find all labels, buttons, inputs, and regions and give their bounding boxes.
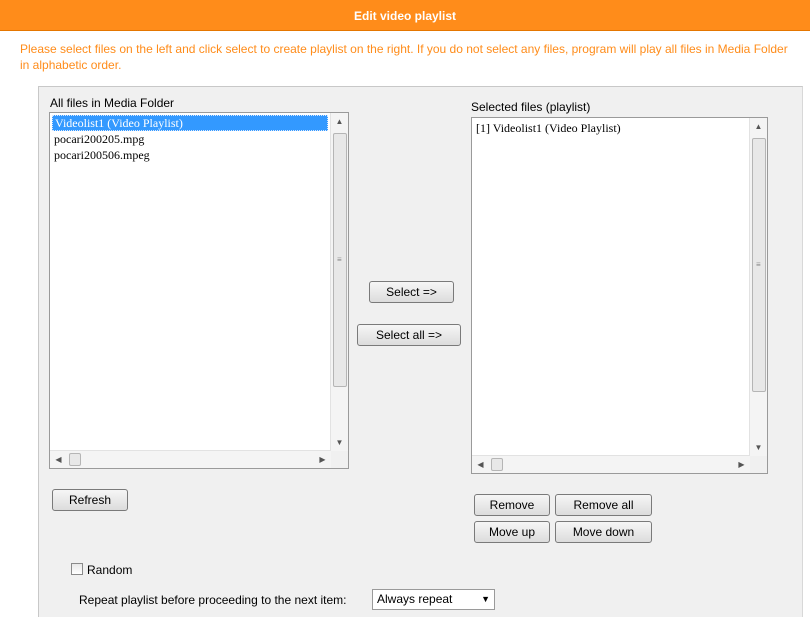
scroll-down-arrow-icon[interactable]: ▼ [331,434,348,451]
scrollbar-thumb[interactable] [491,458,503,471]
vertical-scrollbar[interactable]: ▲ ≡ ▼ [749,118,767,456]
grip-icon: ≡ [756,260,761,269]
playlist-listbox[interactable]: [1] Videolist1 (Video Playlist) ▲ ≡ ▼ ◀ … [471,117,768,474]
repeat-label: Repeat playlist before proceeding to the… [79,593,347,607]
vertical-scrollbar[interactable]: ▲ ≡ ▼ [330,113,348,451]
select-button[interactable]: Select => [369,281,454,303]
list-item[interactable]: pocari200506.mpeg [52,147,328,163]
window-title: Edit video playlist [353,9,457,23]
remove-all-button[interactable]: Remove all [555,494,652,516]
left-list-label: All files in Media Folder [50,96,175,110]
media-files-items: Videolist1 (Video Playlist) pocari200205… [52,115,328,163]
scroll-right-arrow-icon[interactable]: ▶ [733,456,750,473]
list-item[interactable]: Videolist1 (Video Playlist) [52,115,328,131]
right-list-label: Selected files (playlist) [471,100,591,114]
scroll-right-arrow-icon[interactable]: ▶ [314,451,331,468]
scroll-down-arrow-icon[interactable]: ▼ [750,439,767,456]
scrollbar-corner [331,451,348,468]
horizontal-scrollbar[interactable]: ◀ ▶ [50,450,331,468]
scrollbar-thumb[interactable]: ≡ [752,138,766,392]
random-checkbox[interactable] [71,563,83,575]
instructions-text: Please select files on the left and clic… [20,42,788,72]
media-files-listbox[interactable]: Videolist1 (Video Playlist) pocari200205… [49,112,349,469]
scrollbar-thumb[interactable] [69,453,81,466]
move-up-button[interactable]: Move up [474,521,550,543]
list-item[interactable]: pocari200205.mpg [52,131,328,147]
window-titlebar: Edit video playlist [0,0,810,31]
horizontal-scrollbar[interactable]: ◀ ▶ [472,455,750,473]
remove-button[interactable]: Remove [474,494,550,516]
repeat-select-value: Always repeat [377,592,453,606]
scrollbar-thumb[interactable]: ≡ [333,133,347,387]
random-label: Random [87,563,133,577]
move-down-button[interactable]: Move down [555,521,652,543]
chevron-down-icon[interactable]: ▼ [481,590,490,609]
scroll-left-arrow-icon[interactable]: ◀ [472,456,489,473]
scroll-left-arrow-icon[interactable]: ◀ [50,451,67,468]
list-item[interactable]: [1] Videolist1 (Video Playlist) [474,120,747,136]
scroll-up-arrow-icon[interactable]: ▲ [331,113,348,130]
grip-icon: ≡ [337,255,342,264]
repeat-select[interactable]: Always repeat ▼ [372,589,495,610]
scrollbar-corner [750,456,767,473]
refresh-button[interactable]: Refresh [52,489,128,511]
scroll-up-arrow-icon[interactable]: ▲ [750,118,767,135]
select-all-button[interactable]: Select all => [357,324,461,346]
playlist-items: [1] Videolist1 (Video Playlist) [474,120,747,136]
